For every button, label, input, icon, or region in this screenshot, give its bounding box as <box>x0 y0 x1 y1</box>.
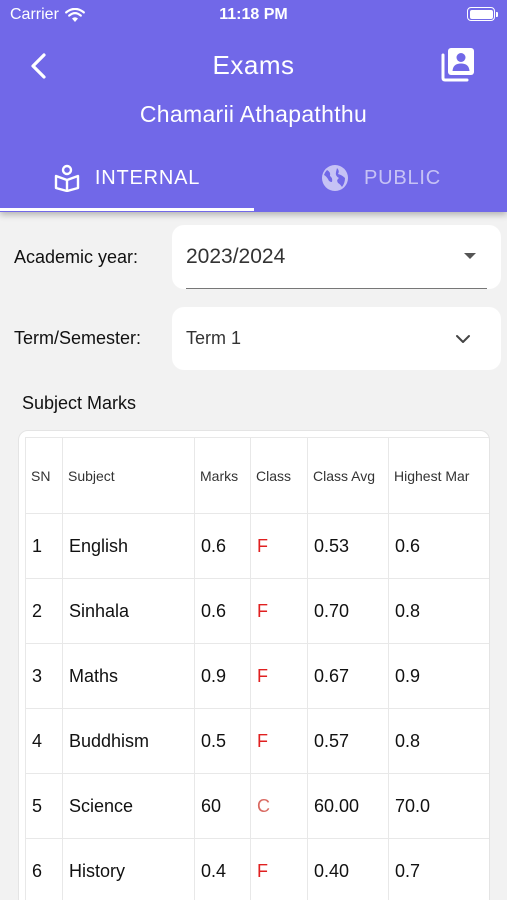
cell-sn: 2 <box>25 578 63 644</box>
cell-marks: 0.5 <box>194 708 251 774</box>
cell-sn: 4 <box>25 708 63 774</box>
chevron-down-icon <box>456 335 470 343</box>
cell-class: F <box>250 643 308 709</box>
column-header: Class <box>250 437 308 514</box>
table-header-row: SN Subject Marks Class Class Avg Highest… <box>25 437 489 514</box>
table-row: 2 Sinhala 0.6 F 0.70 0.8 <box>25 578 489 644</box>
cell-marks: 0.6 <box>194 513 251 579</box>
column-header: Marks <box>194 437 251 514</box>
cell-class-avg: 60.00 <box>307 773 389 839</box>
student-profile-icon[interactable] <box>439 45 477 83</box>
term-label: Term/Semester: <box>14 328 142 348</box>
column-header: Highest Mar <box>388 437 489 514</box>
cell-marks: 0.6 <box>194 578 251 644</box>
cell-class-avg: 0.57 <box>307 708 389 774</box>
cell-sn: 1 <box>25 513 63 579</box>
academic-year-label: Academic year: <box>14 247 139 267</box>
cell-class-avg: 0.40 <box>307 838 389 900</box>
subject-marks-card: SN Subject Marks Class Class Avg Highest… <box>18 430 490 900</box>
academic-year-value: 2023/2024 <box>186 245 286 268</box>
cell-subject: Sinhala <box>62 578 195 644</box>
cell-subject: Science <box>62 773 195 839</box>
battery-icon <box>467 7 498 21</box>
cell-subject: Maths <box>62 643 195 709</box>
cell-highest: 0.7 <box>388 838 489 900</box>
cell-class: F <box>250 708 308 774</box>
table-row: 3 Maths 0.9 F 0.67 0.9 <box>25 643 489 709</box>
select-underline <box>186 288 487 289</box>
cell-sn: 5 <box>25 773 63 839</box>
table-row: 4 Buddhism 0.5 F 0.57 0.8 <box>25 708 489 774</box>
table-row: 5 Science 60 C 60.00 70.0 <box>25 773 489 839</box>
status-bar: Carrier 11:18 PM <box>0 0 507 30</box>
cell-subject: History <box>62 838 195 900</box>
page-title: Exams <box>212 50 295 80</box>
cell-class-avg: 0.70 <box>307 578 389 644</box>
dropdown-caret-icon <box>464 253 476 259</box>
cell-sn: 6 <box>25 838 63 900</box>
subject-marks-table: SN Subject Marks Class Class Avg Highest… <box>25 437 489 900</box>
cell-highest: 70.0 <box>388 773 489 839</box>
tab-internal[interactable]: INTERNAL <box>0 152 253 204</box>
term-select[interactable]: Term 1 <box>172 307 501 370</box>
cell-class: F <box>250 838 308 900</box>
cell-subject: Buddhism <box>62 708 195 774</box>
column-header: SN <box>25 437 63 514</box>
cell-marks: 60 <box>194 773 251 839</box>
section-title: Subject Marks <box>22 393 137 413</box>
table-row: 1 English 0.6 F 0.53 0.6 <box>25 513 489 579</box>
cell-class: C <box>250 773 308 839</box>
cell-highest: 0.9 <box>388 643 489 709</box>
cell-class: F <box>250 513 308 579</box>
cell-highest: 0.8 <box>388 708 489 774</box>
cell-subject: English <box>62 513 195 579</box>
cell-highest: 0.8 <box>388 578 489 644</box>
cell-marks: 0.9 <box>194 643 251 709</box>
app-header: Carrier 11:18 PM Exams Chamarii Athapath… <box>0 0 507 212</box>
tab-public-label: PUBLIC <box>363 166 442 189</box>
student-name: Chamarii Athapaththu <box>139 101 368 127</box>
globe-icon <box>321 165 348 191</box>
cell-class-avg: 0.53 <box>307 513 389 579</box>
column-header: Class Avg <box>307 437 389 514</box>
column-header: Subject <box>62 437 195 514</box>
term-value: Term 1 <box>186 328 242 348</box>
cell-class: F <box>250 578 308 644</box>
cell-sn: 3 <box>25 643 63 709</box>
book-reader-icon <box>54 164 80 192</box>
tab-indicator <box>0 208 254 211</box>
cell-class-avg: 0.67 <box>307 643 389 709</box>
academic-year-select[interactable]: 2023/2024 <box>172 225 501 289</box>
cell-marks: 0.4 <box>194 838 251 900</box>
tab-public[interactable]: PUBLIC <box>254 152 507 204</box>
status-time: 11:18 PM <box>219 6 288 23</box>
cell-highest: 0.6 <box>388 513 489 579</box>
table-row: 6 History 0.4 F 0.40 0.7 <box>25 838 489 900</box>
tab-internal-label: INTERNAL <box>94 166 201 189</box>
